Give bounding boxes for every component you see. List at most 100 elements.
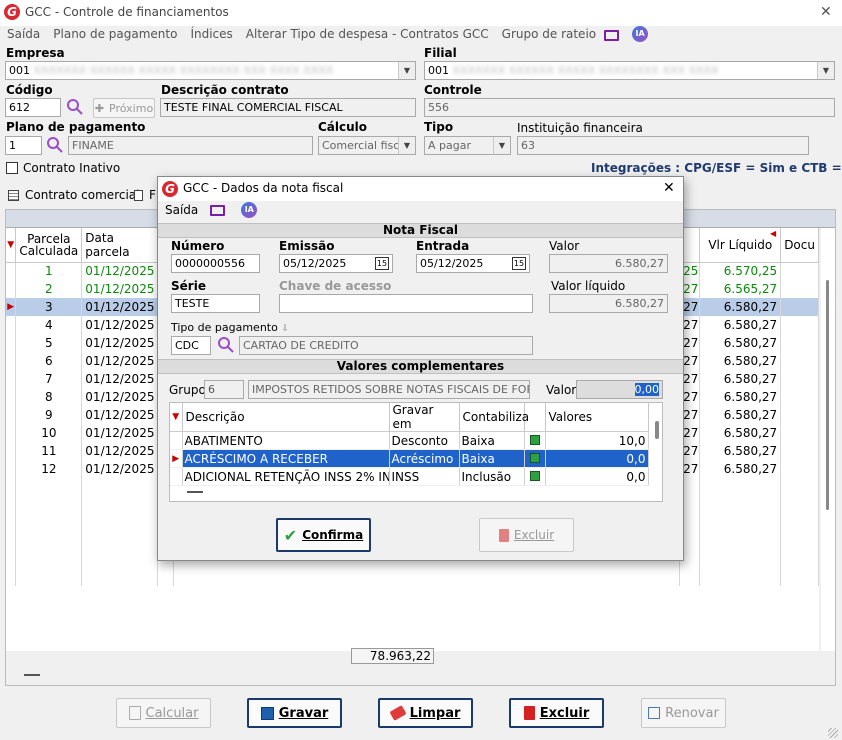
- cell-vlr-liquido: 6.580,27: [699, 316, 782, 334]
- list-item[interactable]: ABATIMENTO Desconto Baixa 10,0: [170, 431, 649, 450]
- col-vlr-liquido[interactable]: Vlr Líquido ◀: [699, 228, 782, 263]
- cell-parcela: 2: [15, 280, 83, 298]
- complementares-grid[interactable]: ▼ Descrição Gravar em Contabiliza Valore…: [169, 402, 663, 502]
- list-item[interactable]: ADICIONAL RETENÇÃO INSS 2% INSA...INSSIn…: [170, 467, 649, 486]
- chevron-down-icon[interactable]: ▼: [817, 62, 834, 79]
- calendar-icon[interactable]: 15: [375, 257, 389, 270]
- tipo-select[interactable]: A pagar ▼: [424, 136, 511, 155]
- cell-parcela: 4: [15, 316, 83, 334]
- grupo-label: Grupo: [169, 383, 206, 397]
- filial-select[interactable]: 001 XXXXXXX XXXXXX XXXXX XXXXXXXX XXX XX…: [424, 61, 835, 80]
- checkbox-icon[interactable]: [524, 431, 546, 450]
- menu-plano[interactable]: Plano de pagamento: [53, 27, 177, 41]
- tipo-label: Tipo: [424, 120, 454, 134]
- sub-grid-scrollbar[interactable]: [655, 421, 659, 439]
- menu-alterar-tipo[interactable]: Alterar Tipo de despesa - Contratos GCC: [246, 27, 489, 41]
- cell-contabiliza: Baixa: [459, 431, 525, 450]
- excluir-button[interactable]: Excluir: [509, 698, 604, 728]
- menu-saida[interactable]: Saída: [7, 27, 40, 41]
- monitor-icon[interactable]: [210, 204, 226, 216]
- row-marker: [6, 316, 17, 334]
- valor-liquido-label: Valor líquido: [551, 279, 626, 293]
- search-icon[interactable]: [66, 98, 84, 116]
- col-gravar-em[interactable]: Gravar em: [389, 403, 460, 432]
- chevron-down-icon[interactable]: ▼: [493, 137, 510, 154]
- calendar-icon[interactable]: 15: [512, 257, 526, 270]
- list-item[interactable]: ▶ ACRÉSCIMO A RECEBER Acréscimo Baixa 0,0: [170, 449, 649, 468]
- plano-code-input[interactable]: 1: [5, 136, 42, 155]
- gravar-button[interactable]: Gravar: [247, 698, 342, 728]
- search-icon[interactable]: [217, 336, 235, 354]
- cell-valores[interactable]: 0,0: [545, 449, 649, 468]
- row-marker: [170, 431, 183, 450]
- save-icon: [260, 706, 274, 720]
- descricao-input[interactable]: TESTE FINAL COMERCIAL FISCAL: [160, 98, 416, 117]
- monitor-icon[interactable]: [604, 29, 620, 41]
- cell-parcela: 8: [15, 388, 83, 406]
- valor2-input[interactable]: 0,00: [576, 380, 663, 399]
- sort-down-icon[interactable]: ▼: [170, 403, 183, 432]
- menu-indices[interactable]: Índices: [190, 27, 232, 41]
- proximo-button[interactable]: ✚ Próximo: [93, 98, 155, 118]
- col-descricao[interactable]: Descrição: [182, 403, 390, 432]
- sort-down-icon[interactable]: ▼: [6, 228, 17, 263]
- cell-data: 01/12/2025: [81, 424, 159, 442]
- checkbox-icon[interactable]: [524, 449, 546, 468]
- caret-left-icon: ◀: [770, 229, 777, 238]
- cell-contabiliza: Inclusão: [459, 467, 525, 486]
- cell-data: 01/12/2025: [81, 262, 159, 280]
- dialog-menu-saida[interactable]: Saída: [165, 203, 198, 217]
- codigo-input[interactable]: 612: [5, 98, 61, 117]
- row-marker: [6, 280, 17, 298]
- inativo-checkbox[interactable]: [6, 162, 18, 174]
- close-icon[interactable]: ✕: [820, 4, 832, 20]
- sub-grid-hscroll[interactable]: [187, 491, 203, 493]
- renovar-button[interactable]: Renovar: [641, 698, 726, 728]
- tipo-pagamento-code[interactable]: CDC: [171, 336, 211, 355]
- confirma-button[interactable]: ✔ Confirma: [276, 518, 371, 552]
- calculator-icon: [128, 706, 141, 720]
- search-icon[interactable]: [46, 136, 64, 154]
- nota-fiscal-section: Nota Fiscal: [158, 223, 683, 238]
- empresa-select[interactable]: 001 XXXXXXX XXXXXX XXXXX XXXXXXXX XXX XX…: [5, 61, 416, 80]
- cell-valores[interactable]: 10,0: [545, 431, 649, 450]
- grid-horizontal-scrollbar[interactable]: [6, 667, 835, 685]
- row-marker: [6, 334, 17, 352]
- ia-icon[interactable]: IA: [241, 202, 258, 218]
- calcular-button[interactable]: Calcular: [116, 698, 211, 728]
- ia-icon[interactable]: IA: [632, 26, 649, 42]
- calculo-select[interactable]: Comercial fiscal ▼: [318, 136, 416, 155]
- tab-second[interactable]: F: [134, 186, 156, 204]
- emissao-input[interactable]: 05/12/2025 15: [279, 254, 393, 273]
- limpar-button[interactable]: Limpar: [378, 698, 473, 728]
- chave-input[interactable]: [279, 294, 533, 313]
- checkbox-icon[interactable]: [524, 467, 546, 486]
- grupo-code[interactable]: 6: [204, 380, 244, 399]
- dialog-close-icon[interactable]: ✕: [663, 180, 675, 196]
- row-marker: [6, 406, 17, 424]
- col-valores[interactable]: Valores: [545, 403, 649, 432]
- col-contabiliza[interactable]: Contabiliza: [459, 403, 529, 432]
- grid-vertical-scrollbar[interactable]: [821, 228, 835, 651]
- col-parcela[interactable]: Parcela Calculada: [15, 228, 83, 263]
- dialog-excluir-button[interactable]: Excluir: [479, 518, 574, 552]
- col-data[interactable]: Data parcela: [81, 228, 159, 263]
- chevron-down-icon[interactable]: ▼: [398, 137, 415, 154]
- cell-valores[interactable]: 0,0: [545, 467, 649, 486]
- col-documento[interactable]: Docu: [780, 228, 819, 263]
- numero-input[interactable]: 0000000556: [171, 254, 260, 273]
- resize-grip-icon[interactable]: [828, 728, 838, 738]
- chevron-down-icon[interactable]: ▼: [398, 62, 415, 79]
- filial-label: Filial: [424, 46, 457, 60]
- grupo-name: IMPOSTOS RETIDOS SOBRE NOTAS FISCAIS DE …: [248, 380, 530, 399]
- trash-icon: [523, 706, 535, 720]
- entrada-input[interactable]: 05/12/2025 15: [416, 254, 530, 273]
- cell-vlr-liquido: 6.580,27: [699, 370, 782, 388]
- numero-label: Número: [171, 239, 225, 253]
- cell-vlr-liquido: 6.580,27: [699, 460, 782, 478]
- cell-parcela: 3: [15, 298, 83, 316]
- menu-grupo-rateio[interactable]: Grupo de rateio: [502, 27, 596, 41]
- tab-contrato-comercial[interactable]: Contrato comercial: [8, 186, 139, 204]
- serie-input[interactable]: TESTE: [171, 294, 260, 313]
- cell-parcela: 5: [15, 334, 83, 352]
